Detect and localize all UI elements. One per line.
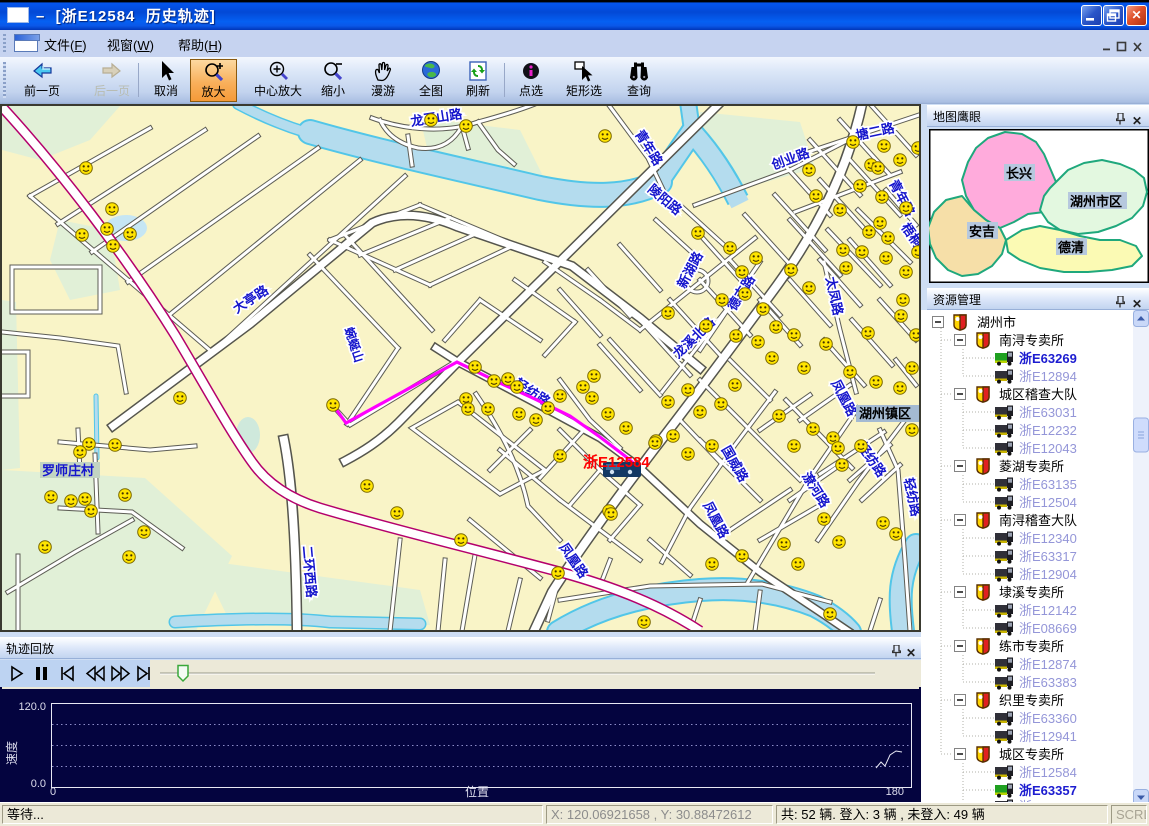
- svg-text:0.0: 0.0: [31, 778, 46, 790]
- svg-text:埭溪专卖所: 埭溪专卖所: [999, 585, 1064, 600]
- svg-text:浙E63360: 浙E63360: [1019, 711, 1077, 726]
- svg-text:浙E63269: 浙E63269: [1019, 351, 1077, 366]
- svg-text:浙E12232: 浙E12232: [1019, 423, 1077, 438]
- svg-text:120.0: 120.0: [18, 701, 46, 713]
- svg-text:湖州市: 湖州市: [977, 315, 1016, 330]
- svg-text:180: 180: [886, 786, 904, 798]
- svg-text:德清: 德清: [1058, 240, 1084, 255]
- svg-text:安吉: 安吉: [969, 224, 995, 239]
- svg-text:0: 0: [50, 786, 56, 798]
- svg-text:浙E63383: 浙E63383: [1019, 675, 1077, 690]
- svg-text:南浔专卖所: 南浔专卖所: [999, 333, 1064, 348]
- svg-text:浙E63031: 浙E63031: [1019, 405, 1077, 420]
- svg-text:罗师庄村: 罗师庄村: [42, 463, 94, 478]
- svg-text:浙E12043: 浙E12043: [1019, 441, 1077, 456]
- svg-text:浙E12340: 浙E12340: [1019, 531, 1077, 546]
- svg-text:速度: 速度: [4, 741, 19, 765]
- svg-text:位置: 位置: [465, 784, 489, 799]
- svg-text:织里专卖所: 织里专卖所: [999, 693, 1064, 708]
- svg-text:城区专卖所: 城区专卖所: [999, 747, 1064, 762]
- svg-text:浙E12904: 浙E12904: [1019, 567, 1077, 582]
- svg-text:长兴: 长兴: [1006, 166, 1032, 181]
- svg-text:浙E12142: 浙E12142: [1019, 603, 1077, 618]
- svg-text:浙E12504: 浙E12504: [1019, 495, 1077, 510]
- svg-text:浙E63135: 浙E63135: [1019, 477, 1077, 492]
- svg-text:浙E12894: 浙E12894: [1019, 369, 1077, 384]
- svg-text:浙E12874: 浙E12874: [1019, 657, 1077, 672]
- svg-text:湖州市区: 湖州市区: [1070, 194, 1122, 209]
- svg-text:浙E12941: 浙E12941: [1019, 729, 1077, 744]
- svg-text:菱湖专卖所: 菱湖专卖所: [999, 459, 1064, 474]
- svg-text:浙E08669: 浙E08669: [1019, 621, 1077, 636]
- svg-text:浙E12584: 浙E12584: [583, 453, 650, 471]
- svg-text:湖州镇区: 湖州镇区: [859, 406, 911, 421]
- svg-text:练市专卖所: 练市专卖所: [999, 639, 1064, 654]
- svg-text:浙E63317: 浙E63317: [1019, 549, 1077, 564]
- svg-text:浙E63357: 浙E63357: [1019, 783, 1077, 798]
- svg-text:城区稽查大队: 城区稽查大队: [999, 387, 1077, 402]
- svg-text:南浔稽查大队: 南浔稽查大队: [999, 513, 1077, 528]
- svg-text:浙E12584: 浙E12584: [1019, 765, 1077, 780]
